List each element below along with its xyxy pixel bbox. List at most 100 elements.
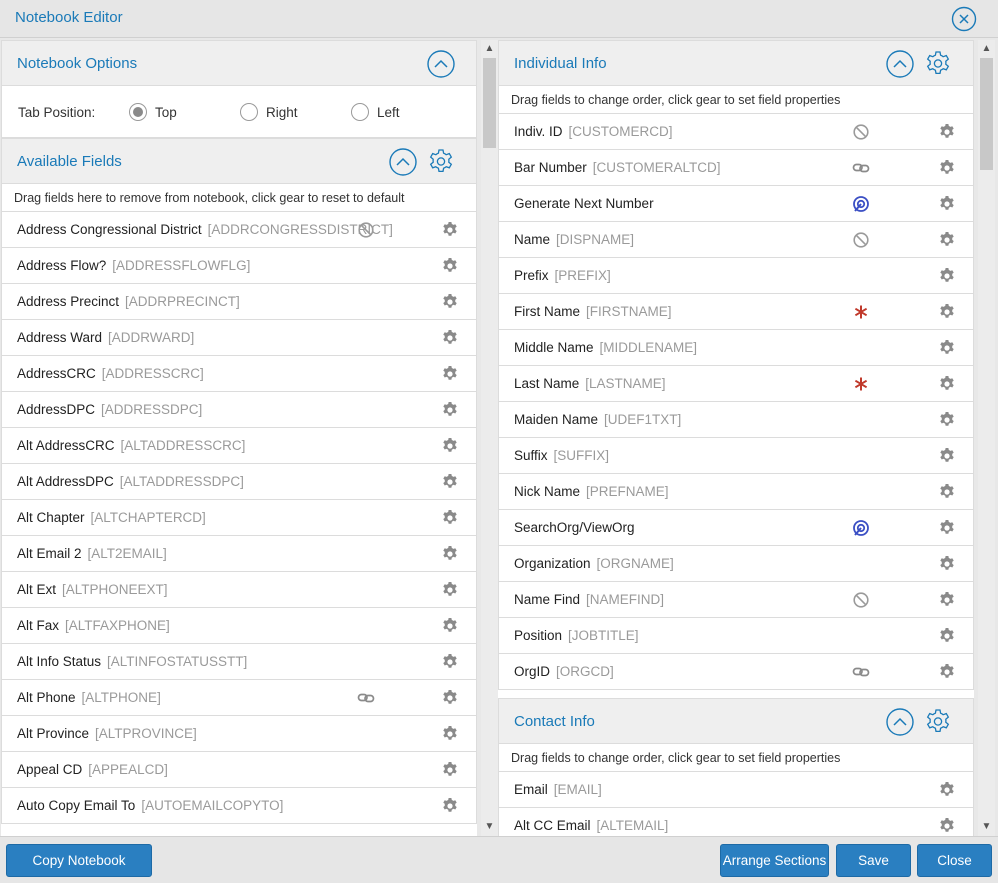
scroll-up-arrow-icon[interactable]: ▲ xyxy=(481,42,498,56)
gear-icon[interactable] xyxy=(441,797,459,815)
field-row[interactable]: Alt Fax [ALTFAXPHONE] xyxy=(1,608,477,644)
gear-icon[interactable] xyxy=(441,329,459,347)
right-scrollbar[interactable]: ▲ ▼ xyxy=(978,40,995,836)
field-row[interactable]: Bar Number [CUSTOMERALTCD] xyxy=(498,150,974,186)
gear-icon[interactable] xyxy=(938,555,956,573)
gear-icon[interactable] xyxy=(938,483,956,501)
field-row[interactable]: Nick Name [PREFNAME] xyxy=(498,474,974,510)
collapse-icon[interactable] xyxy=(388,147,418,177)
field-row[interactable]: Indiv. ID [CUSTOMERCD] xyxy=(498,114,974,150)
field-row[interactable]: Alt Info Status [ALTINFOSTATUSSTT] xyxy=(1,644,477,680)
field-row[interactable]: Alt Ext [ALTPHONEEXT] xyxy=(1,572,477,608)
field-row[interactable]: Alt CC Email [ALTEMAIL] xyxy=(498,808,974,836)
gear-icon[interactable] xyxy=(441,761,459,779)
gear-icon[interactable] xyxy=(938,339,956,357)
gear-icon[interactable] xyxy=(938,231,956,249)
field-row[interactable]: Generate Next Number xyxy=(498,186,974,222)
gear-icon[interactable] xyxy=(938,159,956,177)
left-scrollbar[interactable]: ▲ ▼ xyxy=(481,40,498,836)
gear-icon[interactable] xyxy=(441,473,459,491)
gear-icon[interactable] xyxy=(441,401,459,419)
gear-icon[interactable] xyxy=(938,447,956,465)
collapse-icon[interactable] xyxy=(885,49,915,79)
field-row[interactable]: Email [EMAIL] xyxy=(498,772,974,808)
gear-icon[interactable] xyxy=(938,411,956,429)
save-button[interactable]: Save xyxy=(836,844,911,877)
gear-icon[interactable] xyxy=(938,627,956,645)
close-button[interactable]: Close xyxy=(917,844,992,877)
field-row[interactable]: Appeal CD [APPEALCD] xyxy=(1,752,477,788)
radio-left[interactable]: Left xyxy=(351,101,411,123)
gear-icon[interactable] xyxy=(441,221,459,239)
field-row[interactable]: Auto Copy Email To [AUTOEMAILCOPYTO] xyxy=(1,788,477,824)
close-icon[interactable] xyxy=(951,6,977,32)
scroll-thumb[interactable] xyxy=(483,58,496,148)
gear-icon[interactable] xyxy=(938,123,956,141)
field-row[interactable]: OrgID [ORGCD] xyxy=(498,654,974,690)
field-row[interactable]: First Name [FIRSTNAME] xyxy=(498,294,974,330)
link-icon xyxy=(357,693,375,703)
gear-icon[interactable] xyxy=(441,581,459,599)
field-row[interactable]: Address Flow? [ADDRESSFLOWFLG] xyxy=(1,248,477,284)
gear-icon[interactable] xyxy=(441,437,459,455)
field-row[interactable]: Middle Name [MIDDLENAME] xyxy=(498,330,974,366)
gear-icon[interactable] xyxy=(441,257,459,275)
gear-icon[interactable] xyxy=(441,365,459,383)
field-row[interactable]: Suffix [SUFFIX] xyxy=(498,438,974,474)
collapse-icon[interactable] xyxy=(426,49,456,79)
radio-right[interactable]: Right xyxy=(240,101,310,123)
scroll-up-arrow-icon[interactable]: ▲ xyxy=(978,42,995,56)
gear-icon[interactable] xyxy=(441,545,459,563)
gear-icon[interactable] xyxy=(441,617,459,635)
settings-gear-icon[interactable] xyxy=(426,147,456,177)
radio-left-circle[interactable] xyxy=(351,103,369,121)
gear-icon[interactable] xyxy=(938,781,956,799)
gear-icon[interactable] xyxy=(938,375,956,393)
scroll-down-arrow-icon[interactable]: ▼ xyxy=(481,820,498,834)
copy-notebook-settings-button[interactable]: Copy Notebook Settings xyxy=(6,844,152,877)
radio-top-circle[interactable] xyxy=(129,103,147,121)
field-row[interactable]: AddressDPC [ADDRESSDPC] xyxy=(1,392,477,428)
field-row[interactable]: SearchOrg/ViewOrg xyxy=(498,510,974,546)
gear-icon[interactable] xyxy=(938,303,956,321)
field-code: [UDEF1TXT] xyxy=(604,412,682,427)
field-row[interactable]: Name [DISPNAME] xyxy=(498,222,974,258)
gear-icon[interactable] xyxy=(441,509,459,527)
gear-icon[interactable] xyxy=(938,267,956,285)
field-row[interactable]: Address Ward [ADDRWARD] xyxy=(1,320,477,356)
radio-right-circle[interactable] xyxy=(240,103,258,121)
field-row[interactable]: Last Name [LASTNAME] xyxy=(498,366,974,402)
field-row[interactable]: Alt Phone [ALTPHONE] xyxy=(1,680,477,716)
notebook-options-header: Notebook Options xyxy=(1,40,477,86)
gear-icon[interactable] xyxy=(441,653,459,671)
settings-gear-icon[interactable] xyxy=(923,49,953,79)
radio-top[interactable]: Top xyxy=(129,101,189,123)
gear-icon[interactable] xyxy=(441,689,459,707)
gear-icon[interactable] xyxy=(938,591,956,609)
scroll-thumb[interactable] xyxy=(980,58,993,170)
field-row[interactable]: Prefix [PREFIX] xyxy=(498,258,974,294)
gear-icon[interactable] xyxy=(938,519,956,537)
arrange-sections-button[interactable]: Arrange Sections xyxy=(720,844,829,877)
field-row[interactable]: AddressCRC [ADDRESSCRC] xyxy=(1,356,477,392)
field-row[interactable]: Address Precinct [ADDRPRECINCT] xyxy=(1,284,477,320)
field-row[interactable]: Maiden Name [UDEF1TXT] xyxy=(498,402,974,438)
collapse-icon[interactable] xyxy=(885,707,915,737)
gear-icon[interactable] xyxy=(441,293,459,311)
gear-icon[interactable] xyxy=(938,817,956,835)
field-row[interactable]: Alt Province [ALTPROVINCE] xyxy=(1,716,477,752)
field-row[interactable]: Alt Chapter [ALTCHAPTERCD] xyxy=(1,500,477,536)
field-row[interactable]: Alt AddressCRC [ALTADDRESSCRC] xyxy=(1,428,477,464)
gear-icon[interactable] xyxy=(938,195,956,213)
gear-icon[interactable] xyxy=(938,663,956,681)
field-row[interactable]: Alt Email 2 [ALT2EMAIL] xyxy=(1,536,477,572)
settings-gear-icon[interactable] xyxy=(923,707,953,737)
field-row[interactable]: Organization [ORGNAME] xyxy=(498,546,974,582)
field-row[interactable]: Name Find [NAMEFIND] xyxy=(498,582,974,618)
field-row[interactable]: Address Congressional District [ADDRCONGR… xyxy=(1,212,477,248)
scroll-down-arrow-icon[interactable]: ▼ xyxy=(978,820,995,834)
field-row[interactable]: Alt AddressDPC [ALTADDRESSDPC] xyxy=(1,464,477,500)
gear-icon[interactable] xyxy=(441,725,459,743)
field-row[interactable]: Position [JOBTITLE] xyxy=(498,618,974,654)
field-code: [PREFIX] xyxy=(554,268,611,283)
